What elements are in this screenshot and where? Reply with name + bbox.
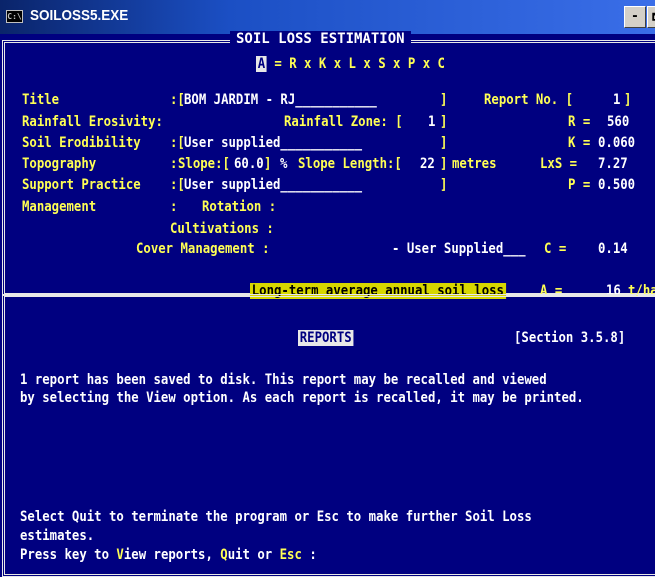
erodibility-label: Soil Erodibility <box>22 135 141 151</box>
reports-header: REPORTS <box>298 330 354 346</box>
slope-bracket: ] <box>264 156 272 172</box>
erodibility-field[interactable]: User supplied___________ <box>184 135 362 151</box>
slope-length-bracket: ] <box>440 156 448 172</box>
p-value: 0.500 <box>598 177 636 193</box>
key-prompt: Press key to View reports, Quit or Esc : <box>20 547 317 563</box>
rainfall-zone-label: Rainfall Zone: [ <box>284 114 403 130</box>
slope-label: Slope:[ <box>178 156 230 172</box>
k-label: K = <box>568 135 591 151</box>
reports-header-text: REPORTS <box>298 330 354 346</box>
prompt-prefix: Press key to <box>20 547 117 563</box>
title-bracket: ] <box>440 92 448 108</box>
minimize-button[interactable]: - <box>624 6 646 28</box>
rainfall-label: Rainfall Erosivity: <box>22 114 163 130</box>
k-value: 0.060 <box>598 135 636 151</box>
management-colon: : <box>170 199 178 215</box>
estimation-header: SOIL LOSS ESTIMATION <box>230 31 411 47</box>
ls-label: LxS = <box>540 156 578 172</box>
cover-value: - User Supplied___ <box>392 241 526 257</box>
report-no-bracket: ] <box>624 92 632 108</box>
message-line-2: by selecting the View option. As each re… <box>20 390 584 406</box>
title-field[interactable]: BOM JARDIM - RJ___________ <box>184 92 377 108</box>
title-colon: :[ <box>170 92 185 108</box>
c-value: 0.14 <box>598 241 628 257</box>
support-label: Support Practice <box>22 177 141 193</box>
report-no-value: 1 <box>613 92 621 108</box>
equation-a: A <box>256 56 267 72</box>
quit-key[interactable]: Q <box>220 547 227 563</box>
rainfall-zone-field[interactable]: 1 <box>428 114 435 130</box>
slope-unit: % <box>280 156 288 172</box>
equation: A = R x K x L x S x P x C <box>256 56 445 72</box>
support-field[interactable]: User supplied___________ <box>184 177 362 193</box>
cover-label: Cover Management : <box>136 241 270 257</box>
console-window: C:\ SOILOSS5.EXE - 🗗 SOIL LOSS ESTIMATIO… <box>0 0 655 577</box>
c-label: C = <box>544 241 567 257</box>
quit-text: uit or <box>227 547 280 563</box>
title-label: Title <box>22 92 60 108</box>
management-label: Management <box>22 199 97 215</box>
window-title: SOILOSS5.EXE <box>30 7 129 24</box>
erodibility-bracket: ] <box>440 135 448 151</box>
slope-length-unit: metres <box>452 156 497 172</box>
erodibility-colon: :[ <box>170 135 185 151</box>
cultivations-label: Cultivations : <box>170 221 274 237</box>
slope-length-label: Slope Length:[ <box>298 156 402 172</box>
topography-label: Topography <box>22 156 97 172</box>
view-key[interactable]: V <box>116 547 123 563</box>
prompt-suffix: : <box>301 547 317 563</box>
equation-rest: = R x K x L x S x P x C <box>266 56 445 72</box>
p-label: P = <box>568 177 591 193</box>
ls-value: 7.27 <box>598 156 628 172</box>
view-text: iew reports, <box>123 547 221 563</box>
topography-colon: : <box>170 156 178 172</box>
slope-field[interactable]: 60.0 <box>234 156 264 172</box>
r-value: 560 <box>607 114 630 130</box>
maximize-button[interactable]: 🗗 <box>647 6 655 28</box>
section-ref: [Section 3.5.8] <box>514 330 626 346</box>
quit-line-1: Select Quit to terminate the program or … <box>20 509 532 525</box>
report-no-label: Report No. [ <box>484 92 574 108</box>
rotation-label: Rotation : <box>202 199 277 215</box>
quit-line-2: estimates. <box>20 528 95 544</box>
r-label: R = <box>568 114 591 130</box>
message-line-1: 1 report has been saved to disk. This re… <box>20 372 547 388</box>
slope-length-field[interactable]: 22 <box>420 156 435 172</box>
support-bracket: ] <box>440 177 448 193</box>
esc-key[interactable]: Esc <box>280 547 302 563</box>
title-bar[interactable]: C:\ SOILOSS5.EXE - 🗗 <box>0 0 655 34</box>
support-colon: :[ <box>170 177 185 193</box>
rainfall-zone-bracket: ] <box>440 114 448 130</box>
console-icon[interactable]: C:\ <box>6 10 23 23</box>
